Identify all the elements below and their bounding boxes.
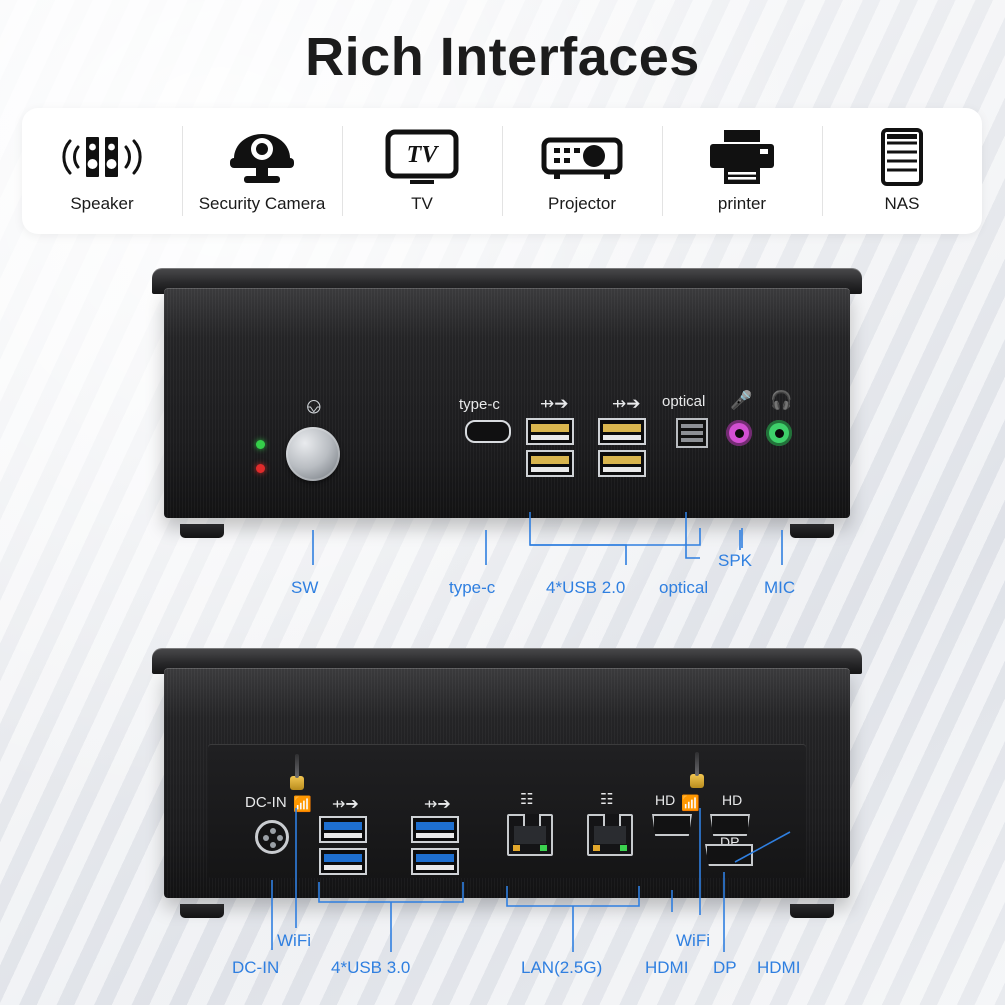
dcin-label: DC-IN: [245, 794, 287, 811]
headphone-jack[interactable]: [766, 420, 792, 446]
mic-icon: 🎤: [730, 390, 753, 410]
strip-label: Projector: [547, 194, 617, 213]
callout-wifi-left: WiFi: [277, 931, 311, 950]
usb-superspeed-icon-left: ⇸➔: [332, 796, 359, 813]
callout-wifi-right: WiFi: [676, 931, 710, 950]
chassis-foot: [180, 904, 224, 918]
callout-usb30: 4*USB 3.0: [331, 958, 411, 977]
displayport-port[interactable]: [705, 844, 753, 866]
strip-item-security-camera: Security Camera: [182, 108, 342, 234]
callout-usb20: 4*USB 2.0: [546, 578, 626, 597]
power-symbol-icon: ⎉: [305, 393, 323, 418]
usb2-port[interactable]: [598, 450, 646, 477]
callout-optical: optical: [659, 578, 709, 597]
hdmi-left-label: HD: [655, 792, 676, 808]
callout-sw: SW: [291, 578, 319, 597]
mic-jack[interactable]: [726, 420, 752, 446]
hdmi-port[interactable]: [710, 814, 750, 836]
usb-type-c-port[interactable]: [465, 420, 511, 443]
wifi-icon-left: 📶: [293, 796, 312, 813]
mini-pc-rear-panel: 📶 DC-IN ⇸➔ ⇸➔ ☷ ☷ HD 📶 HD DP: [152, 648, 862, 918]
callout-dc-in: DC-IN: [232, 958, 280, 977]
strip-label: NAS: [884, 194, 920, 213]
printer-icon: [702, 128, 782, 186]
chassis-foot: [790, 904, 834, 918]
usb-superspeed-icon-right: ⇸➔: [424, 796, 451, 813]
callout-type-c: type-c: [449, 578, 496, 597]
usb3-port[interactable]: [319, 848, 367, 875]
wifi-antenna-right: [690, 752, 704, 788]
security-camera-icon: [222, 128, 302, 186]
wifi-antenna-left: [290, 754, 304, 790]
strip-label: Security Camera: [198, 194, 326, 213]
hdmi-right-label: HD: [722, 792, 743, 808]
dc-in-port[interactable]: [255, 820, 289, 854]
svg-text:TV: TV: [407, 142, 440, 168]
usb3-port[interactable]: [411, 848, 459, 875]
strip-label: printer: [717, 194, 767, 213]
usb-superspeed-icon-right: ⇸➔: [612, 394, 641, 413]
strip-item-speaker: Speaker: [22, 108, 182, 234]
nas-icon: [867, 128, 937, 186]
usb2-port[interactable]: [598, 418, 646, 445]
strip-label: Speaker: [70, 194, 134, 213]
strip-item-projector: Projector: [502, 108, 662, 234]
callout-hdmi-right: HDMI: [757, 958, 801, 977]
hdmi-port[interactable]: [652, 814, 692, 836]
lan-port[interactable]: [507, 814, 553, 856]
strip-item-nas: NAS: [822, 108, 982, 234]
mini-pc-front-panel: ⎉ type-c ⇸➔ ⇸➔ optical 🎤 🎧: [152, 268, 862, 538]
optical-port-label: optical: [662, 393, 706, 410]
headphone-icon: 🎧: [770, 390, 793, 410]
wifi-icon-right: 📶: [681, 795, 700, 812]
usb2-port[interactable]: [526, 450, 574, 477]
page-title: Rich Interfaces: [305, 27, 700, 87]
usb3-port[interactable]: [319, 816, 367, 843]
usb2-port[interactable]: [526, 418, 574, 445]
lan-port[interactable]: [587, 814, 633, 856]
speaker-icon: [56, 128, 148, 186]
hdd-led: [256, 464, 265, 473]
usb-superspeed-icon-left: ⇸➔: [540, 394, 569, 413]
power-led: [256, 440, 265, 449]
callout-dp: DP: [713, 958, 737, 977]
typec-port-label: type-c: [459, 396, 500, 413]
usb3-port[interactable]: [411, 816, 459, 843]
chassis-foot: [180, 524, 224, 538]
lan-icon-right: ☷: [600, 791, 614, 808]
interface-icon-strip: Speaker Security Camera TV TV Projector …: [22, 108, 982, 234]
strip-label: TV: [411, 194, 433, 213]
optical-spdif-port[interactable]: [676, 418, 708, 448]
callout-spk: SPK: [718, 551, 753, 570]
callout-mic: MIC: [764, 578, 796, 597]
power-button[interactable]: [286, 427, 340, 481]
projector-icon: [532, 128, 632, 186]
callout-lan: LAN(2.5G): [521, 958, 603, 977]
tv-icon: TV: [376, 128, 468, 186]
chassis-foot: [790, 524, 834, 538]
callout-hdmi-left: HDMI: [645, 958, 689, 977]
strip-item-printer: printer: [662, 108, 822, 234]
lan-icon-left: ☷: [520, 791, 534, 808]
strip-item-tv: TV TV: [342, 108, 502, 234]
